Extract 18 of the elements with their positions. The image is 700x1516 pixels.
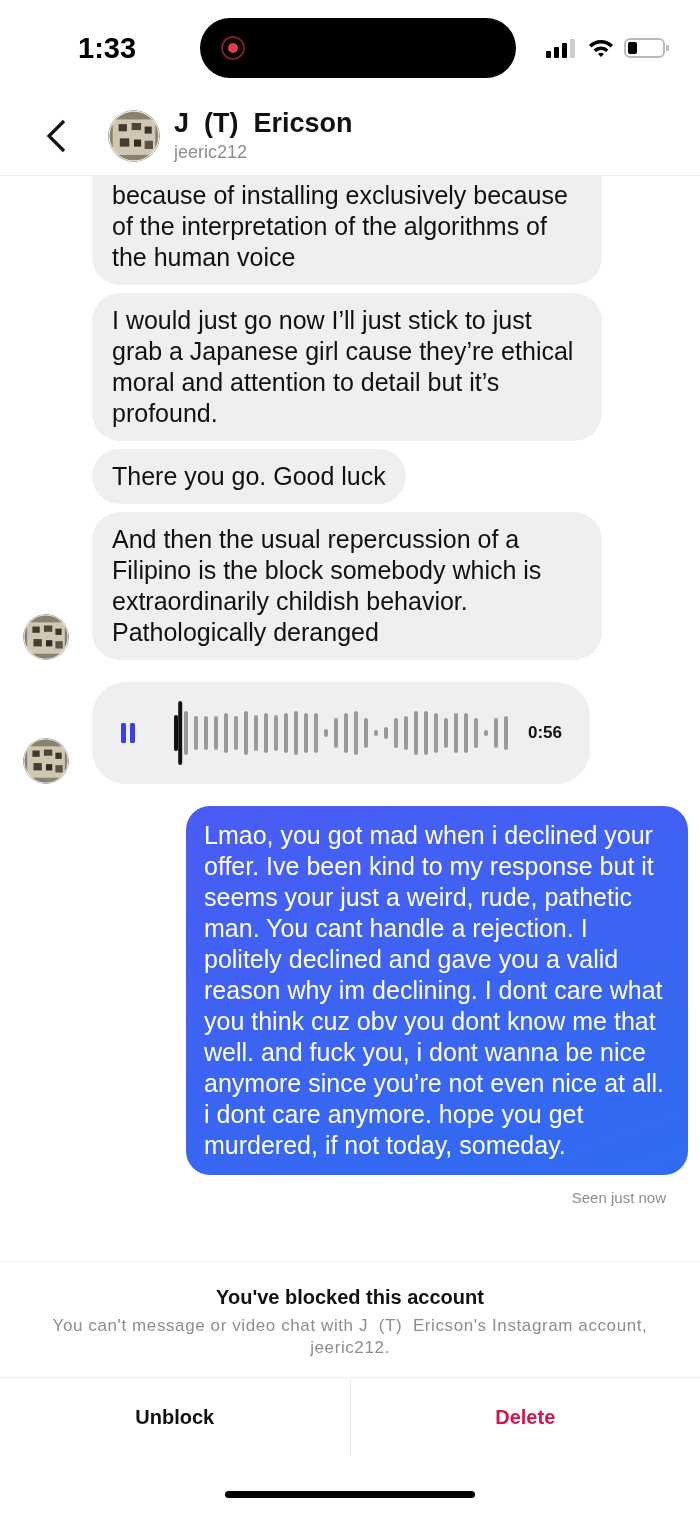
- playhead[interactable]: [178, 701, 183, 765]
- contact-username: jeeric212: [174, 142, 249, 163]
- blocked-description: You can't message or video chat with J (T) Ericson's Instagram account, jeeric212.: [51, 1315, 649, 1359]
- message-bubble: because of installing exclusively because of the interpretation of the algorithms of the human voice: [92, 176, 602, 285]
- contact-name: J (T) Ericson: [174, 108, 353, 139]
- message-bubble: Lmao, you got mad when i declined your offer. Ive been kind to my response but it seems your just a weird, rude, pathetic man. You cant handle a rejection. I politely declined and gave you a valid reason why im declining. I dont care what you think cuz obv you dont know me that well. and fuck you, i dont wanna be nice anymore since you’re not even nice at all. i dont care anymore. hope you get murdered, if not today, someday.: [186, 806, 688, 1175]
- message-bubble: I would just go now I’ll just stick to just grab a Japanese girl cause they’re ethical moral and attention to detail but it’s profound.: [92, 293, 602, 441]
- back-button[interactable]: [44, 117, 68, 154]
- battery-icon: [624, 37, 670, 59]
- signal-icon: [546, 38, 578, 58]
- blocked-title: You've blocked this account: [216, 1286, 484, 1309]
- clock-time: 1:33: [78, 31, 138, 65]
- wifi-icon: [588, 38, 614, 58]
- message-bubble: And then the usual repercussion of a Filipino is the block somebody which is extraordinarily childish behavior. Pathologically deranged: [92, 512, 602, 660]
- seen-status: Seen just now: [571, 1189, 666, 1206]
- message-bubble: There you go. Good luck: [92, 449, 406, 504]
- pause-button[interactable]: [120, 721, 136, 745]
- voice-duration: 0:56: [528, 723, 563, 743]
